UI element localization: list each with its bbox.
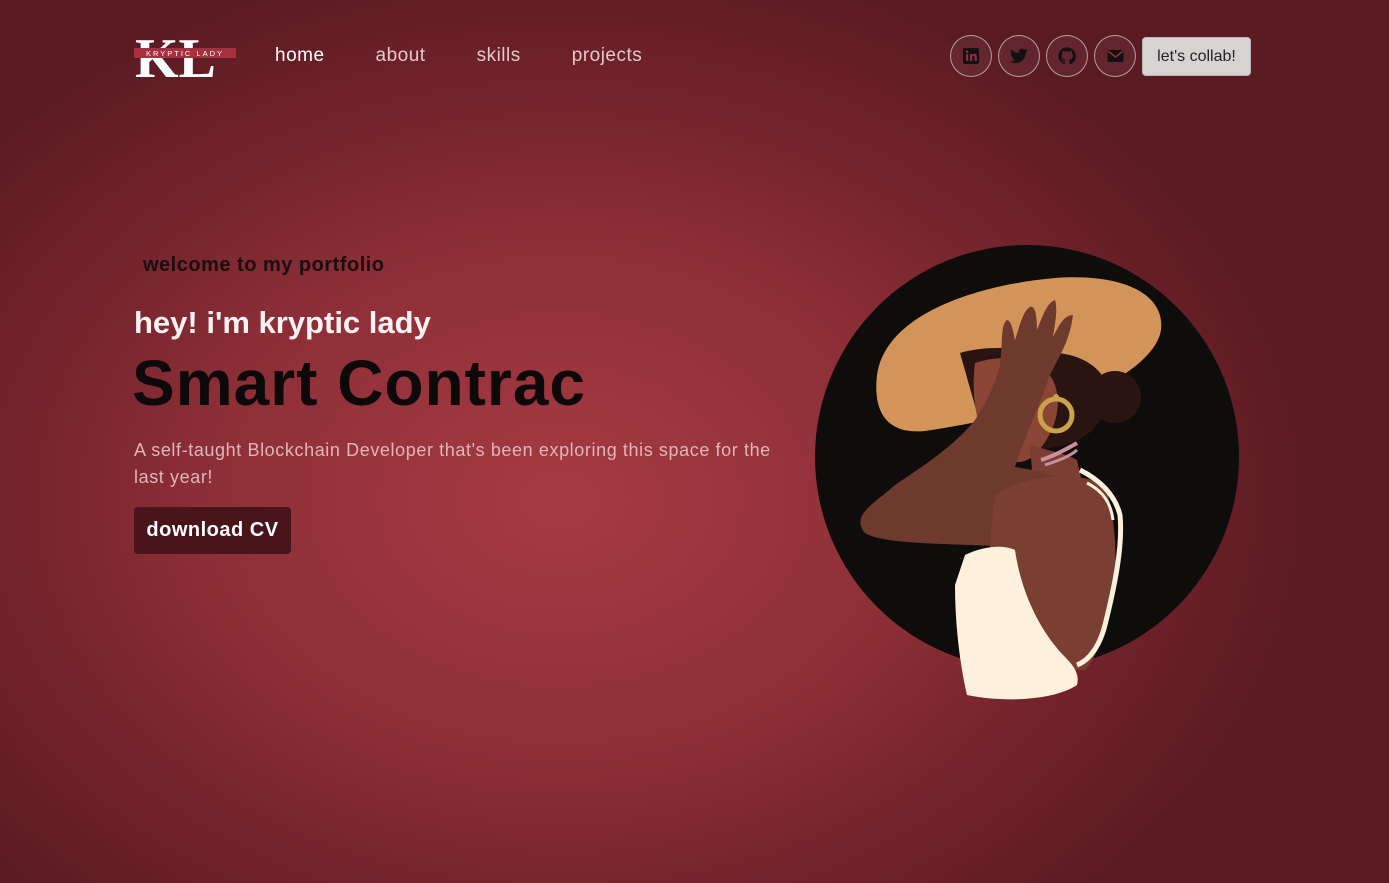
nav-projects-link[interactable]: projects	[572, 44, 643, 68]
lets-collab-button[interactable]: let's collab!	[1142, 37, 1251, 76]
svg-text:KRYPTIC LADY: KRYPTIC LADY	[146, 49, 224, 58]
woman-with-hat-illustration	[815, 245, 1239, 700]
intro-description: A self-taught Blockchain Developer that'…	[134, 440, 771, 487]
twitter-icon	[1010, 48, 1028, 64]
linkedin-icon	[963, 48, 979, 64]
site-logo[interactable]: KL KRYPTIC LADY	[134, 28, 236, 90]
github-icon	[1058, 47, 1076, 65]
welcome-tagline: welcome to my portfolio	[143, 254, 385, 276]
typing-role-text: Smart Contrac	[132, 347, 586, 419]
download-cv-button[interactable]: download CV	[134, 507, 291, 554]
main-nav: home about skills projects	[275, 44, 693, 68]
twitter-button[interactable]	[998, 35, 1040, 77]
social-links	[950, 35, 1142, 77]
mail-icon	[1107, 50, 1123, 62]
nav-home-link[interactable]: home	[275, 44, 325, 68]
email-button[interactable]	[1094, 35, 1136, 77]
kl-logo-icon: KL KRYPTIC LADY	[134, 28, 236, 90]
nav-about-link[interactable]: about	[376, 44, 426, 68]
github-button[interactable]	[1046, 35, 1088, 77]
greeting-heading: hey! i'm kryptic lady	[134, 305, 431, 340]
linkedin-button[interactable]	[950, 35, 992, 77]
nav-skills-link[interactable]: skills	[477, 44, 521, 68]
